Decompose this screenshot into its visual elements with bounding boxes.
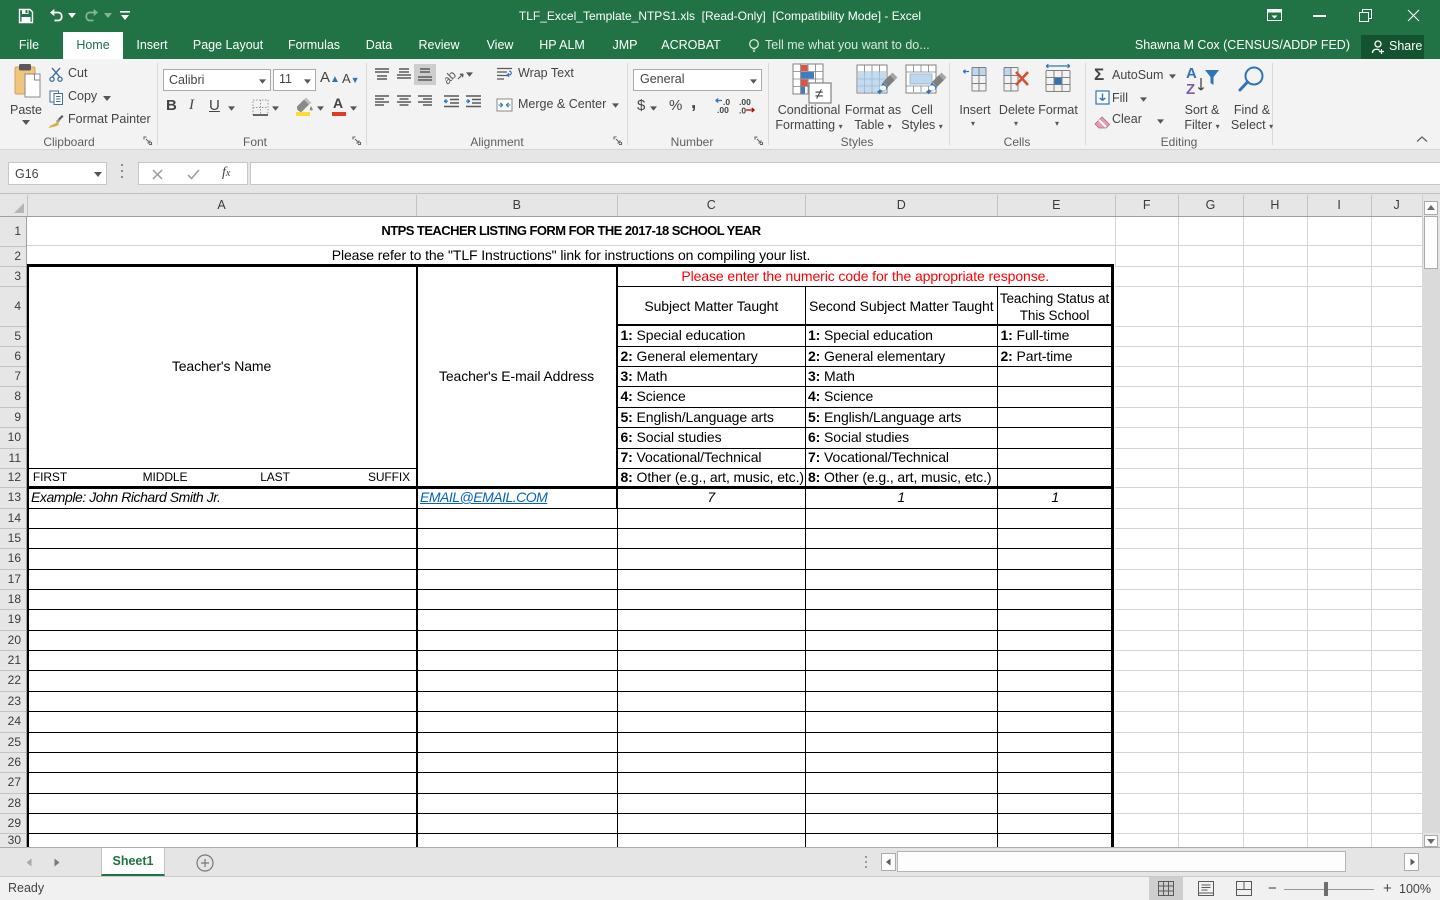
svg-text:A: A [1186,65,1197,82]
svg-text:ab: ab [445,68,459,84]
svg-text:.0: .0 [739,106,746,115]
svg-text:≠: ≠ [815,86,823,103]
svg-text:.00: .00 [717,105,729,114]
svg-text:Z: Z [1186,81,1195,98]
